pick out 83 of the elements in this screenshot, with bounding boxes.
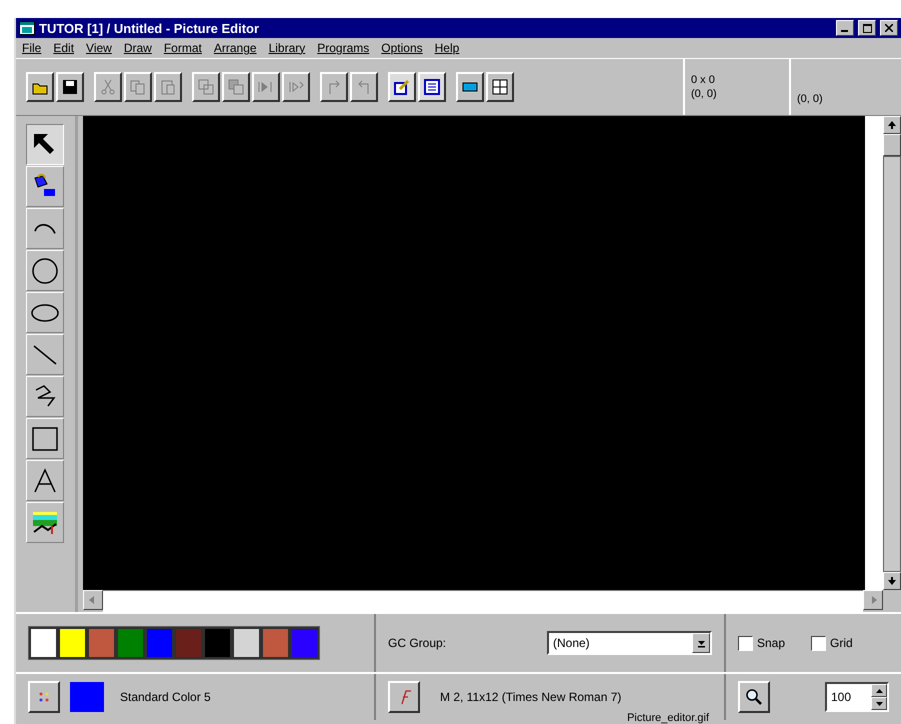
toolbar-button[interactable]	[282, 72, 310, 102]
menu-item[interactable]: Programs	[317, 41, 370, 55]
copy-icon	[129, 78, 147, 96]
minimize-button[interactable]	[836, 20, 854, 36]
color-swatch[interactable]	[58, 627, 87, 659]
toolbar-button[interactable]	[320, 72, 348, 102]
menu-item[interactable]: Format	[164, 41, 202, 55]
toolbar-button[interactable]	[418, 72, 446, 102]
toolbar-button[interactable]	[192, 72, 220, 102]
checkbox-label: Snap	[757, 636, 786, 650]
color-swatch[interactable]	[203, 627, 232, 659]
maximize-button[interactable]	[858, 20, 876, 36]
toolbar-button[interactable]	[26, 72, 54, 102]
scissors-icon	[99, 78, 117, 96]
arc-icon	[34, 222, 56, 234]
size-readout: 0 x 0	[691, 74, 716, 86]
down-arrow-icon	[888, 577, 896, 585]
stacked-squares-icon	[227, 78, 245, 96]
cursor-readout: (0, 0)	[797, 93, 824, 105]
list-icon	[423, 78, 441, 96]
menu-item[interactable]: Library	[268, 41, 306, 55]
scrollbar-thumb[interactable]	[883, 134, 901, 156]
up-caret-icon	[876, 688, 882, 692]
color-swatch[interactable]	[145, 627, 174, 659]
toolbar-button[interactable]	[252, 72, 280, 102]
scroll-left-button[interactable]	[83, 590, 103, 610]
menu-item[interactable]: Help	[434, 41, 460, 55]
palette-button[interactable]	[28, 681, 60, 713]
scroll-down-button[interactable]	[883, 572, 901, 590]
color-swatch[interactable]	[29, 627, 58, 659]
up-arrow-icon	[888, 121, 896, 129]
color-swatch[interactable]	[116, 627, 145, 659]
toolbar-button[interactable]	[486, 72, 514, 102]
dots-icon	[37, 690, 51, 704]
font-button[interactable]	[388, 681, 420, 713]
window-title: TUTOR [1] / Untitled - Picture Editor	[39, 20, 260, 36]
maximize-icon	[862, 24, 872, 32]
toolbar-button[interactable]	[124, 72, 152, 102]
toolbar-button[interactable]	[94, 72, 122, 102]
checkbox[interactable]	[811, 636, 826, 650]
circle-icon	[30, 256, 60, 286]
close-icon	[885, 24, 893, 32]
color-swatch[interactable]	[232, 627, 261, 659]
left-arrow-icon	[89, 596, 97, 604]
menu-item[interactable]: Draw	[124, 41, 152, 55]
checkbox[interactable]	[738, 636, 753, 650]
origin-readout: (0, 0)	[691, 88, 718, 100]
down-caret-icon	[876, 702, 882, 706]
tool-button[interactable]	[26, 124, 64, 165]
gc-group-dropdown[interactable]: (None)	[547, 631, 712, 655]
checkbox-label: Grid	[830, 636, 853, 650]
toolbar-button[interactable]	[456, 72, 484, 102]
gc-group-label: GC Group:	[388, 636, 446, 650]
menu-item[interactable]: View	[86, 41, 112, 55]
color-swatch[interactable]	[261, 627, 290, 659]
pencil-square-icon	[393, 78, 411, 96]
dropdown-arrow-icon	[696, 638, 706, 648]
zoom-button[interactable]	[738, 681, 770, 713]
font-info: M 2, 11x12 (Times New Roman 7)	[440, 690, 622, 704]
color-swatch[interactable]	[290, 627, 319, 659]
stacked-squares-icon	[197, 78, 215, 96]
color-swatch[interactable]	[174, 627, 203, 659]
clipboard-icon	[159, 78, 177, 96]
close-button[interactable]	[880, 20, 898, 36]
zoom-spinner[interactable]: 100	[825, 682, 889, 712]
toolbar-button[interactable]	[222, 72, 250, 102]
toolbar-button[interactable]	[388, 72, 416, 102]
toolbar-button[interactable]	[56, 72, 84, 102]
color-swatch[interactable]	[87, 627, 116, 659]
menu-item[interactable]: Edit	[53, 41, 74, 55]
toolbar-button[interactable]	[154, 72, 182, 102]
app-icon	[19, 21, 35, 35]
grid-icon	[491, 78, 509, 96]
menu-item[interactable]: File	[22, 41, 42, 55]
toolbar-button[interactable]	[350, 72, 378, 102]
menu-item[interactable]: Options	[381, 41, 423, 55]
right-arrow-icon	[869, 596, 877, 604]
color-name: Standard Color 5	[120, 690, 211, 704]
magnifier-icon	[745, 688, 763, 706]
file-caption: Picture_editor.gif	[627, 712, 709, 724]
menu-item[interactable]: Arrange	[214, 41, 257, 55]
scroll-right-button[interactable]	[863, 590, 883, 610]
scroll-up-button[interactable]	[883, 116, 901, 134]
